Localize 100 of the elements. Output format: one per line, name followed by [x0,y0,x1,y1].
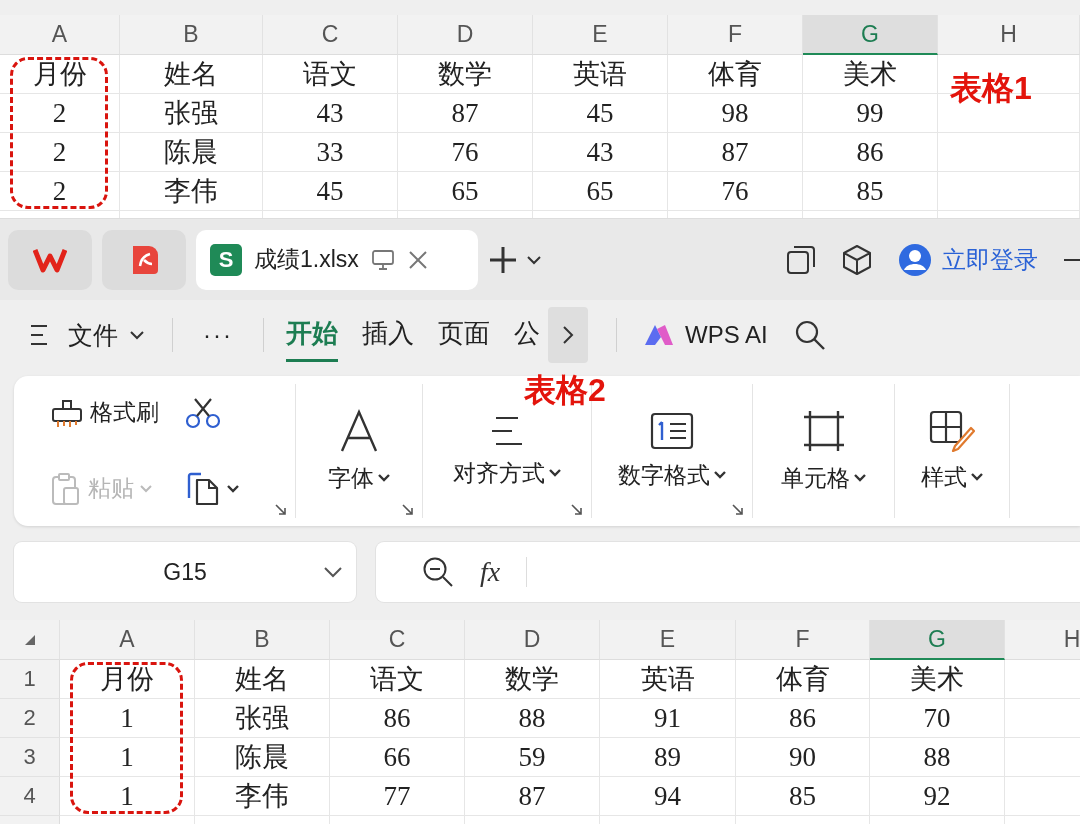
chevron-down-icon [130,330,144,340]
table-cell: 数学 [465,660,600,699]
table-cell: 70 [870,699,1005,738]
table-cell: 张强 [120,94,263,133]
column-header[interactable]: B [195,620,330,660]
pdf-tab[interactable] [102,229,186,290]
ribbon-tab[interactable]: 公 [514,308,540,362]
column-header[interactable]: A [60,620,195,660]
row-header[interactable]: 3 [0,738,60,777]
table-brush-icon[interactable] [929,409,975,452]
column-header[interactable]: H [1005,620,1080,660]
table-cell: 90 [736,738,870,777]
column-header[interactable]: C [263,15,398,55]
column-header[interactable]: E [600,620,736,660]
column-header[interactable]: F [668,15,803,55]
table-cell: 2 [0,94,120,133]
menu-icon[interactable] [30,324,48,346]
ai-logo-icon [643,323,675,347]
chevron-down-icon [549,469,561,477]
column-header[interactable]: C [330,620,465,660]
ribbon-tab[interactable]: 页面 [438,308,490,362]
chevron-down-icon [971,473,983,481]
table-cell: 姓名 [195,660,330,699]
dialog-launcher-icon[interactable] [402,504,414,516]
dialog-launcher-icon[interactable] [275,504,287,516]
table-cell: 85 [736,777,870,816]
function-button[interactable]: fx [480,556,501,588]
table-cell: 陈晨 [120,133,263,172]
ribbon-group-button[interactable]: 样式 [921,461,983,493]
table-cell: 86 [803,133,938,172]
chevron-down-icon [140,484,152,493]
table-cell: 语文 [330,660,465,699]
column-header[interactable]: B [120,15,263,55]
ribbon-group-button[interactable]: 单元格 [781,462,866,494]
table-cell: 88 [465,699,600,738]
window-copy-icon[interactable] [786,244,816,275]
table-cell: 92 [870,777,1005,816]
row-header[interactable]: 1 [0,660,60,699]
zoom-out-icon[interactable] [422,556,454,588]
minimize-icon[interactable] [1064,257,1080,262]
table-cell: 94 [600,777,736,816]
close-icon[interactable] [406,248,429,271]
wps-ai-button[interactable]: WPS AI [643,321,768,349]
chevron-down-icon [378,474,390,482]
table-cell: 98 [668,94,803,133]
chevron-right-icon [562,325,574,345]
annotation-label: 表格1 [950,70,1032,106]
name-box[interactable]: G15 [14,542,356,602]
dialog-launcher-icon[interactable] [571,504,583,516]
ribbon-tab[interactable]: 开始 [286,308,338,362]
column-header[interactable]: G [870,620,1005,660]
table-cell: 91 [600,699,736,738]
scissors-icon[interactable] [185,396,221,429]
table-cell: 65 [398,172,533,211]
chevron-down-icon [854,474,866,482]
search-icon[interactable] [793,319,826,351]
column-header[interactable]: D [465,620,600,660]
document-tab[interactable]: S 成绩1.xlsx [196,229,478,290]
home-tab[interactable] [8,229,92,290]
user-avatar-icon[interactable] [898,242,932,277]
dialog-launcher-icon[interactable] [732,504,744,516]
table-cell: 体育 [736,660,870,699]
scroll-tabs-button[interactable] [548,307,588,363]
table-cell: 陈晨 [195,738,330,777]
file-menu[interactable]: 文件 [68,318,144,352]
row-header[interactable]: 2 [0,699,60,738]
formula-input-field[interactable]: fx [376,542,1080,602]
copy-icon [185,471,221,506]
table-cell: 77 [330,777,465,816]
copy-button[interactable] [185,471,239,506]
login-link[interactable]: 立即登录 [942,243,1038,276]
more-button[interactable]: ··· [203,321,233,349]
ribbon-group-button[interactable]: 对齐方式 [453,457,561,489]
annotation-label: 表格2 [524,372,606,408]
number-format-icon[interactable] [650,411,694,450]
cube-icon[interactable] [842,243,872,276]
column-header[interactable]: F [736,620,870,660]
letter-a-icon[interactable] [339,408,379,453]
ribbon-tab[interactable]: 插入 [362,308,414,362]
table-cell: 2 [0,172,120,211]
row-header[interactable]: 4 [0,777,60,816]
table-cell: 87 [668,133,803,172]
chevron-down-icon [714,471,726,479]
table-cell: 45 [263,172,398,211]
ribbon-group-button[interactable]: 数字格式 [618,459,726,491]
table-cell: 1 [60,777,195,816]
table-cell: 43 [263,94,398,133]
table-cell: 33 [263,133,398,172]
column-header[interactable]: H [938,15,1080,55]
chevron-down-icon[interactable] [526,254,542,265]
chevron-down-icon [227,484,239,493]
table-cell: 英语 [533,55,668,94]
ribbon-group-button[interactable]: 字体 [328,462,390,494]
column-header[interactable]: E [533,15,668,55]
plus-icon[interactable] [488,244,518,275]
column-header[interactable]: D [398,15,533,55]
table-cell: 86 [736,699,870,738]
column-header[interactable]: G [803,15,938,55]
format-painter-button[interactable]: 格式刷 [50,396,159,429]
column-header[interactable]: A [0,15,120,55]
